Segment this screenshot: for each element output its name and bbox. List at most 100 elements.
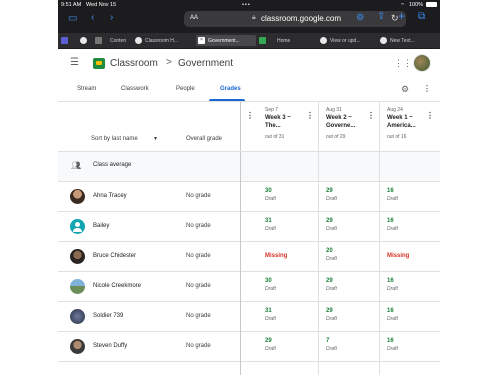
tab-favicon-icon bbox=[61, 37, 68, 44]
grade-score[interactable]: 30 bbox=[265, 188, 272, 194]
tab-bar: Conten Classroom H... × Government... Hom… bbox=[58, 33, 440, 48]
grade-score[interactable]: 20 bbox=[326, 248, 333, 254]
table-row: Bailey No grade 31 Draft 29 Draft 16 Dra… bbox=[58, 212, 440, 242]
settings-gear-icon[interactable]: ⚙ bbox=[401, 84, 409, 95]
tab-favicon-icon bbox=[95, 37, 102, 44]
avatar bbox=[70, 309, 85, 324]
grade-score[interactable]: 29 bbox=[265, 338, 272, 344]
tab-grades[interactable]: Grades bbox=[220, 86, 241, 92]
draft-label: Draft bbox=[265, 346, 276, 352]
url-bar[interactable]: AA 🔒︎ classroom.google.com ↻ bbox=[184, 11, 406, 27]
missing-badge[interactable]: Missing bbox=[265, 253, 287, 259]
tab-stream[interactable]: Stream bbox=[77, 86, 96, 92]
draft-label: Draft bbox=[387, 316, 398, 322]
overall-grade-header: Overall grade bbox=[186, 136, 223, 142]
avatar bbox=[70, 279, 85, 294]
grade-score[interactable]: 31 bbox=[265, 218, 272, 224]
draft-label: Draft bbox=[326, 196, 337, 202]
close-tab-icon[interactable]: × bbox=[198, 37, 205, 44]
class-average-label: Class average bbox=[93, 162, 132, 168]
draft-label: Draft bbox=[265, 226, 276, 232]
assignment-menu-icon[interactable]: ⋮ bbox=[367, 111, 375, 120]
column-divider bbox=[240, 102, 241, 375]
table-row: Nicole Creekmore No grade 30 Draft 29 Dr… bbox=[58, 272, 440, 302]
google-favicon-icon bbox=[380, 37, 387, 44]
browser-chrome: 9:51 AM Wed Nov 15 ••• ⌔ 100% ▭ ‹ › AA 🔒… bbox=[58, 0, 440, 49]
grades-header: Sort by last name ▾ Overall grade ⋮ Sep … bbox=[58, 102, 440, 152]
grade-score[interactable]: 29 bbox=[326, 308, 333, 314]
class-name[interactable]: Government bbox=[178, 58, 233, 69]
avatar bbox=[70, 339, 85, 354]
student-name[interactable]: Bailey bbox=[93, 223, 109, 229]
grade-score[interactable]: 16 bbox=[387, 188, 394, 194]
tab-item[interactable] bbox=[61, 35, 71, 46]
overall-grade: No grade bbox=[186, 193, 211, 199]
avatar[interactable] bbox=[413, 54, 431, 72]
tab-people[interactable]: People bbox=[176, 86, 195, 92]
grade-score[interactable]: 29 bbox=[326, 278, 333, 284]
battery-icon bbox=[426, 2, 437, 7]
tab-item[interactable]: Classroom H... bbox=[135, 35, 192, 46]
divider bbox=[58, 151, 440, 152]
apps-grid-icon[interactable]: ⋮⋮ bbox=[394, 58, 412, 69]
overall-grade: No grade bbox=[186, 223, 211, 229]
tab-item[interactable]: New Text... bbox=[380, 35, 438, 46]
app-name[interactable]: Classroom bbox=[110, 58, 158, 69]
draft-label: Draft bbox=[387, 286, 398, 292]
grade-score[interactable]: 31 bbox=[265, 308, 272, 314]
back-icon[interactable]: ‹ bbox=[91, 13, 94, 23]
download-icon[interactable]: ⊚ bbox=[356, 13, 364, 23]
tab-item[interactable]: View or upd... bbox=[320, 35, 376, 46]
student-name[interactable]: Nicole Creekmore bbox=[93, 283, 141, 289]
tab-classwork[interactable]: Classwork bbox=[121, 86, 149, 92]
share-icon[interactable]: ⇪ bbox=[377, 12, 385, 22]
draft-label: Draft bbox=[265, 196, 276, 202]
grade-score[interactable]: 29 bbox=[326, 218, 333, 224]
tab-item-active[interactable]: × Government... bbox=[196, 35, 256, 46]
grade-score[interactable]: 16 bbox=[387, 338, 394, 344]
tab-favicon-icon bbox=[259, 37, 266, 44]
assignment-menu-icon[interactable]: ⋮ bbox=[306, 111, 314, 120]
tab-item[interactable]: Conten bbox=[110, 35, 134, 46]
draft-label: Draft bbox=[326, 346, 337, 352]
avatar bbox=[70, 249, 85, 264]
draft-label: Draft bbox=[326, 226, 337, 232]
table-row: Steven Duffy No grade 29 Draft 7 Draft 1… bbox=[58, 332, 440, 362]
column-divider bbox=[318, 102, 319, 375]
wifi-icon: ⌔ bbox=[400, 3, 406, 9]
table-row: Bruce Chidester No grade Missing 20 Draf… bbox=[58, 242, 440, 272]
text-size-button[interactable]: AA bbox=[190, 15, 198, 21]
tab-item[interactable]: Home bbox=[259, 35, 315, 46]
menu-icon[interactable]: ☰ bbox=[70, 57, 79, 68]
grade-score[interactable]: 16 bbox=[387, 278, 394, 284]
classroom-logo-icon bbox=[93, 58, 105, 69]
assignment-menu-icon[interactable]: ⋮ bbox=[426, 111, 434, 120]
sidebar-icon[interactable]: ▭ bbox=[68, 14, 77, 24]
student-name[interactable]: Soldier 739 bbox=[93, 313, 123, 319]
tabs-overview-icon[interactable]: ⧉ bbox=[418, 12, 425, 22]
people-icon: 👥︎ bbox=[71, 161, 82, 170]
draft-label: Draft bbox=[326, 256, 337, 262]
tab-item[interactable] bbox=[95, 35, 105, 46]
missing-badge[interactable]: Missing bbox=[387, 253, 409, 259]
student-name[interactable]: Bruce Chidester bbox=[93, 253, 136, 259]
sort-dropdown[interactable]: Sort by last name bbox=[91, 136, 138, 142]
chevron-down-icon[interactable]: ▾ bbox=[154, 135, 157, 142]
student-name[interactable]: Steven Duffy bbox=[93, 343, 127, 349]
grade-score[interactable]: 30 bbox=[265, 278, 272, 284]
table-row: Ahna Tracey No grade 30 Draft 29 Draft 1… bbox=[58, 182, 440, 212]
forward-icon[interactable]: › bbox=[110, 13, 113, 23]
grade-score[interactable]: 16 bbox=[387, 218, 394, 224]
draft-label: Draft bbox=[326, 286, 337, 292]
student-name[interactable]: Ahna Tracey bbox=[93, 193, 127, 199]
google-favicon-icon bbox=[135, 37, 142, 44]
new-tab-icon[interactable]: + bbox=[398, 10, 405, 22]
assignment-menu-icon[interactable]: ⋮ bbox=[246, 111, 254, 120]
draft-label: Draft bbox=[265, 316, 276, 322]
grade-score[interactable]: 29 bbox=[326, 188, 333, 194]
tab-item[interactable] bbox=[80, 35, 90, 46]
grade-score[interactable]: 16 bbox=[387, 308, 394, 314]
grade-score[interactable]: 7 bbox=[326, 338, 329, 344]
breadcrumb-separator: > bbox=[166, 57, 172, 68]
more-options-icon[interactable]: ⋮ bbox=[423, 84, 431, 93]
